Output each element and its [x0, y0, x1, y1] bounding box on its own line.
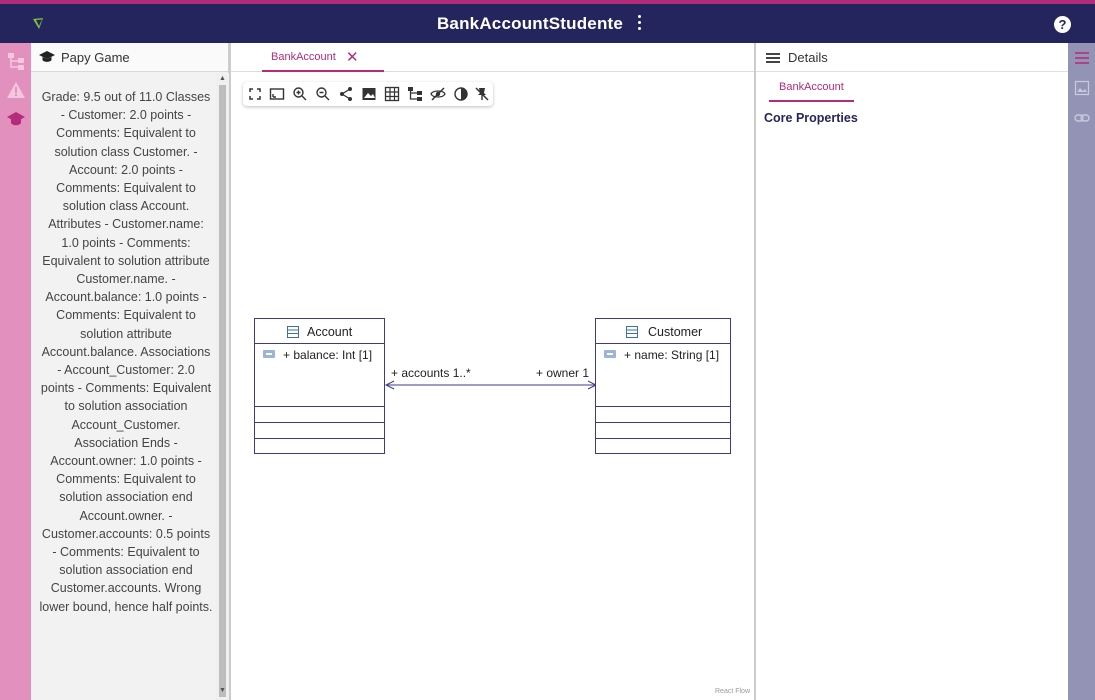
diagram-toolbar: [243, 82, 493, 106]
diagram-canvas[interactable]: Account + balance: Int [1] Customer + na…: [231, 73, 754, 700]
hamburger-menu-icon[interactable]: [1074, 50, 1090, 66]
top-bar: BankAccountStudente ?: [0, 0, 1095, 43]
scroll-down-arrow-icon[interactable]: ▼: [219, 687, 226, 694]
tab-details-bankaccount[interactable]: BankAccount: [769, 78, 854, 102]
left-rail: [0, 43, 31, 700]
close-icon[interactable]: ✕: [346, 48, 359, 66]
graduation-cap-icon: [39, 51, 55, 62]
right-rail: [1068, 43, 1095, 700]
layout-icon[interactable]: [407, 86, 423, 102]
details-title: Details: [788, 50, 828, 65]
compartment-divider: [255, 438, 384, 439]
game-panel: Papy Game Grade: 9.5 out of 11.0 Classes…: [31, 43, 229, 700]
react-flow-attribution[interactable]: React Flow: [715, 688, 750, 695]
details-tab-label: BankAccount: [779, 81, 844, 93]
game-panel-title: Papy Game: [61, 50, 130, 65]
share-icon[interactable]: [338, 86, 354, 102]
scrollbar[interactable]: ▲ ▼: [216, 73, 229, 700]
grade-scroll-area[interactable]: Grade: 9.5 out of 11.0 Classes - Custome…: [31, 73, 229, 700]
link-icon[interactable]: [1074, 110, 1090, 126]
core-properties-heading: Core Properties: [764, 111, 858, 125]
attribute-text: + balance: Int [1]: [283, 348, 373, 362]
tab-label: BankAccount: [271, 51, 336, 63]
contrast-icon[interactable]: [453, 86, 469, 102]
grade-report-text: Grade: 9.5 out of 11.0 Classes - Custome…: [39, 90, 213, 614]
attribute-text: + name: String [1]: [624, 348, 720, 362]
more-options-icon[interactable]: [634, 15, 644, 33]
zoom-out-icon[interactable]: [315, 86, 331, 102]
grid-icon[interactable]: [384, 86, 400, 102]
uml-class-header: Account: [255, 319, 384, 344]
class-name: Account: [307, 325, 353, 339]
class-icon: [626, 326, 638, 338]
compartment-divider: [596, 438, 730, 439]
image-icon[interactable]: [1074, 80, 1090, 96]
game-panel-header: Papy Game: [31, 43, 228, 72]
details-panel: Details BankAccount Core Properties: [756, 43, 1068, 700]
details-header: Details: [756, 43, 1068, 72]
hide-icon[interactable]: [430, 86, 446, 102]
menu-icon[interactable]: [766, 53, 780, 63]
compartment-divider: [596, 406, 730, 407]
export-image-icon[interactable]: [361, 86, 377, 102]
pin-off-icon[interactable]: [474, 86, 490, 102]
uml-class-account[interactable]: Account + balance: Int [1]: [254, 318, 385, 454]
compartment-divider: [255, 406, 384, 407]
fit-view-icon[interactable]: [269, 86, 285, 102]
graduation-cap-icon[interactable]: [6, 109, 26, 129]
scrollbar-thumb[interactable]: [219, 85, 226, 697]
attribute-icon: [263, 350, 275, 358]
diagram-tree-icon[interactable]: [6, 51, 26, 71]
class-icon: [287, 326, 299, 338]
zoom-in-icon[interactable]: [292, 86, 308, 102]
compartment-divider: [596, 422, 730, 423]
editor-tab-bar: BankAccount ✕: [231, 43, 754, 72]
attribute-icon: [604, 350, 616, 358]
class-name: Customer: [648, 325, 703, 339]
help-icon[interactable]: ?: [1054, 16, 1071, 33]
app-title: BankAccountStudente: [436, 14, 624, 33]
fullscreen-icon[interactable]: [247, 86, 263, 102]
association-end-label-accounts[interactable]: + accounts 1..*: [391, 366, 471, 380]
scroll-up-arrow-icon[interactable]: ▲: [219, 75, 226, 82]
warning-icon[interactable]: [6, 80, 26, 100]
uml-class-header: Customer: [596, 319, 730, 344]
diagram-editor: BankAccount ✕ Account + balance: Int [1]: [229, 43, 756, 700]
uml-class-customer[interactable]: Customer + name: String [1]: [595, 318, 731, 454]
association-end-label-owner[interactable]: + owner 1: [536, 366, 589, 380]
compartment-divider: [255, 422, 384, 423]
tab-bankaccount[interactable]: BankAccount ✕: [262, 43, 384, 72]
